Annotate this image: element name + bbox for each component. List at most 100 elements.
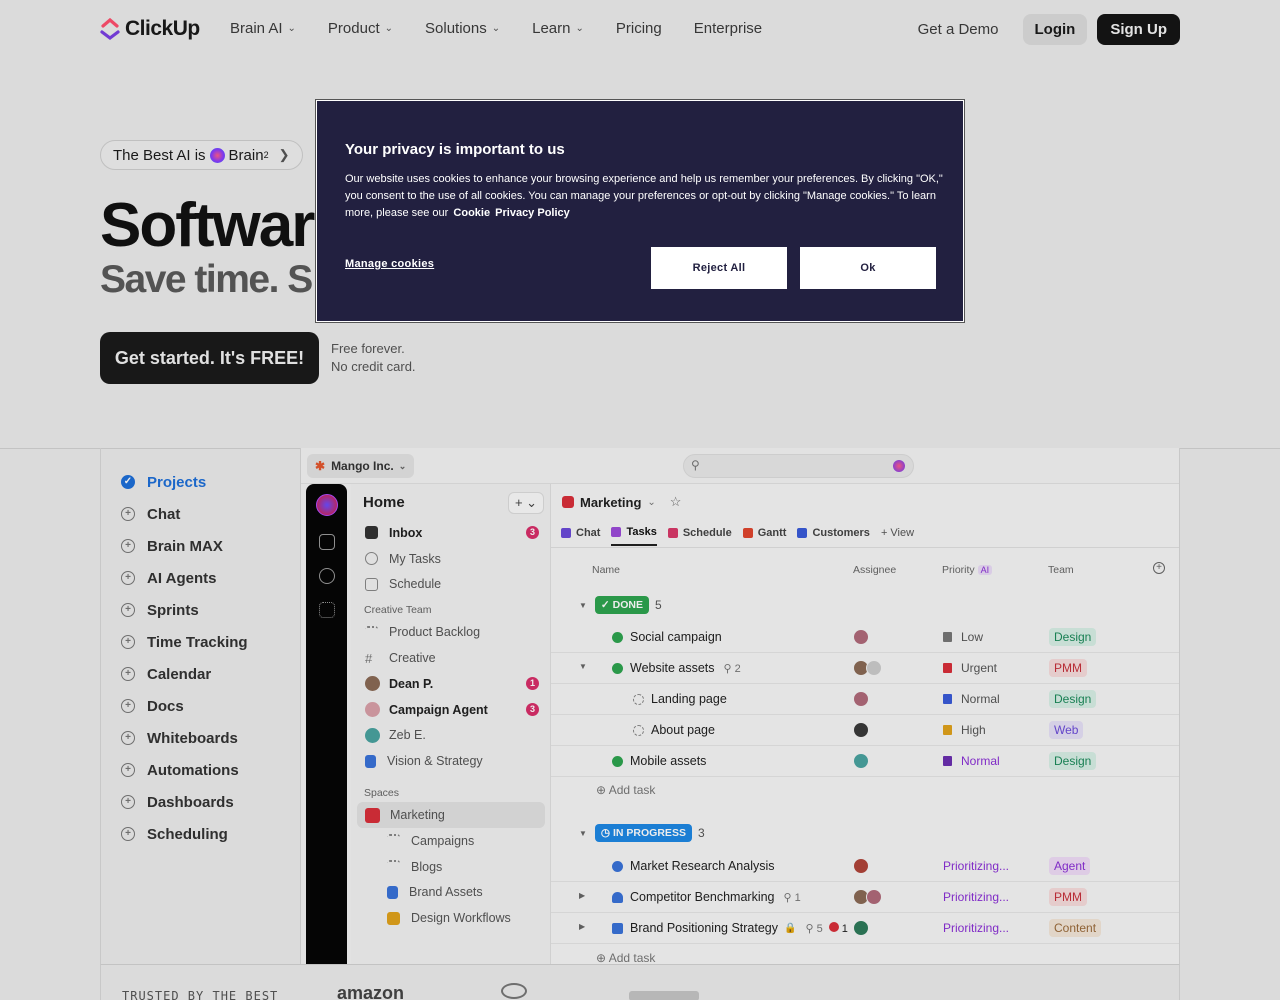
add-task-button[interactable]: ⊕ Add task: [596, 951, 655, 964]
sidebar-item-blogs[interactable]: Blogs: [351, 854, 551, 880]
tab-tasks[interactable]: Tasks: [611, 520, 657, 546]
feature-chat[interactable]: + Chat: [101, 498, 300, 530]
team-tag: PMM: [1049, 888, 1087, 906]
feature-whiteboards[interactable]: + Whiteboards: [101, 722, 300, 754]
tab-schedule[interactable]: Schedule: [667, 520, 732, 546]
priority-label: Normal: [961, 754, 1000, 768]
feature-projects[interactable]: ✓ Projects: [101, 466, 300, 498]
add-task-button[interactable]: ⊕ Add task: [596, 783, 655, 797]
add-view-button[interactable]: + View: [881, 520, 914, 546]
status-badge: ✓ DONE: [594, 596, 649, 614]
sidebar-item-my-tasks[interactable]: My Tasks: [351, 546, 551, 572]
table-row[interactable]: About page High Web: [551, 715, 1179, 746]
table-row[interactable]: ▼ Website assets ⚲ 2 Urgent PMM: [551, 653, 1179, 684]
sidebar-item-label: Marketing: [390, 808, 445, 823]
table-row[interactable]: Mobile assets Normal Design: [551, 746, 1179, 777]
amazon-logo: amazon: [337, 983, 405, 1000]
brain-promo-pill[interactable]: The Best AI is Brain 2 ❯: [100, 140, 303, 170]
avatar: [853, 722, 869, 738]
ok-button[interactable]: Ok: [800, 247, 936, 289]
task-name: About page: [651, 723, 715, 737]
task-list-pane: Marketing ⌄ ☆ Chat Tasks Schedule Gantt Cu…: [551, 484, 1179, 964]
task-name: Competitor Benchmarking: [630, 890, 775, 904]
sidebar-item-product-backlog[interactable]: Product Backlog: [351, 619, 551, 645]
clickup-logo[interactable]: ClickUp: [100, 16, 200, 42]
cookie-title: Your privacy is important to us: [345, 141, 565, 158]
signup-button[interactable]: Sign Up: [1097, 14, 1180, 45]
docs-icon[interactable]: [318, 534, 335, 550]
manage-cookies-link[interactable]: Manage cookies: [345, 258, 434, 270]
feature-brain-max[interactable]: + Brain MAX: [101, 530, 300, 562]
sidebar-item-label: Dean P.: [389, 676, 434, 691]
sidebar-item-campaign-agent[interactable]: Campaign Agent 3: [351, 697, 551, 723]
tab-gantt[interactable]: Gantt: [742, 520, 786, 546]
sidebar-item-design-workflows[interactable]: Design Workflows: [351, 905, 551, 931]
task-name: Landing page: [651, 692, 727, 706]
table-row[interactable]: ▶ Competitor Benchmarking ⚲ 1 Prioritizin…: [551, 882, 1179, 913]
menu-solutions[interactable]: Solutions ⌄: [425, 20, 500, 37]
chevron-down-icon: ⌄: [384, 23, 394, 34]
menu-learn[interactable]: Learn ⌄: [532, 20, 584, 37]
feature-dashboards[interactable]: + Dashboards: [101, 786, 300, 818]
menu-label: Enterprise: [693, 20, 763, 37]
cta-note: Free forever. No credit card.: [331, 340, 416, 376]
reject-all-button[interactable]: Reject All: [651, 247, 787, 289]
sidebar-item-vision-strategy[interactable]: Vision & Strategy: [351, 748, 551, 774]
group-in-progress[interactable]: ▼ ◷ IN PROGRESS 3: [579, 824, 705, 842]
sidebar-item-dean[interactable]: Dean P. 1: [351, 671, 551, 697]
create-button[interactable]: + ⌄: [508, 492, 544, 514]
sidebar-item-label: Creative: [389, 651, 436, 666]
app-search[interactable]: ⚲: [683, 454, 914, 478]
login-button[interactable]: Login: [1022, 14, 1088, 45]
privacy-policy-link[interactable]: Privacy Policy: [495, 207, 570, 219]
list-title[interactable]: Marketing ⌄ ☆: [562, 494, 681, 510]
tabs-divider: [551, 547, 1179, 548]
feature-calendar[interactable]: + Calendar: [101, 658, 300, 690]
table-row[interactable]: Market Research Analysis Prioritizing...…: [551, 851, 1179, 882]
partner-logo: [629, 991, 699, 1000]
sidebar-item-label: Zeb E.: [389, 728, 426, 743]
feature-scheduling[interactable]: + Scheduling: [101, 818, 300, 850]
menu-product[interactable]: Product ⌄: [328, 20, 393, 37]
table-row[interactable]: Social campaign Low Design: [551, 622, 1179, 653]
table-row[interactable]: ▶ Brand Positioning Strategy 🔒 ⚲ 5 1 Prior…: [551, 913, 1179, 944]
view-tabs: Chat Tasks Schedule Gantt Customers + Vi…: [561, 520, 925, 546]
add-column-icon[interactable]: +: [1153, 562, 1165, 574]
tab-chat[interactable]: Chat: [561, 520, 600, 546]
table-row[interactable]: Landing page Normal Design: [551, 684, 1179, 715]
feature-ai-agents[interactable]: + AI Agents: [101, 562, 300, 594]
sidebar-item-inbox[interactable]: Inbox 3: [351, 520, 551, 546]
menu-enterprise[interactable]: Enterprise: [694, 20, 762, 37]
home-list: Inbox 3 My Tasks Schedule Creative Team P…: [351, 520, 551, 931]
star-icon[interactable]: ☆: [670, 494, 682, 510]
sidebar-item-brand-assets[interactable]: Brand Assets: [351, 880, 551, 906]
ai-icon[interactable]: [318, 568, 335, 584]
menu-brain-ai[interactable]: Brain AI ⌄: [230, 20, 296, 37]
feature-docs[interactable]: + Docs: [101, 690, 300, 722]
calendar-icon: [365, 577, 378, 591]
sidebar-item-creative[interactable]: # Creative: [351, 645, 551, 671]
home-icon[interactable]: [315, 494, 338, 516]
subtask-count: ⚲ 1: [783, 891, 801, 904]
sidebar-item-marketing[interactable]: Marketing: [357, 802, 545, 828]
sidebar-item-campaigns[interactable]: Campaigns: [351, 828, 551, 854]
blocked-count-value: 1: [841, 922, 848, 935]
feature-automations[interactable]: + Automations: [101, 754, 300, 786]
apps-grid-icon[interactable]: [318, 602, 335, 618]
get-demo-link[interactable]: Get a Demo: [918, 21, 1013, 38]
priority: Prioritizing...: [943, 890, 1010, 904]
feature-time-tracking[interactable]: + Time Tracking: [101, 626, 300, 658]
group-done[interactable]: ▼ ✓ DONE 5: [579, 596, 662, 614]
workspace-switcher[interactable]: ✱ Mango Inc. ⌄: [307, 454, 415, 478]
sidebar-item-schedule[interactable]: Schedule: [351, 572, 551, 598]
menu-pricing[interactable]: Pricing: [616, 20, 662, 37]
tab-label: Schedule: [682, 527, 732, 539]
cookie-policy-link[interactable]: Cookie: [453, 207, 490, 219]
app-topbar: ✱ Mango Inc. ⌄ ⚲: [301, 448, 1179, 484]
sidebar-item-zeb[interactable]: Zeb E.: [351, 723, 551, 749]
tab-customers[interactable]: Customers: [797, 520, 870, 546]
get-started-button[interactable]: Get started. It's FREE!: [100, 332, 319, 384]
sidebar-item-label: Inbox: [389, 525, 423, 540]
sidebar-item-label: Brand Assets: [409, 885, 483, 900]
feature-sprints[interactable]: + Sprints: [101, 594, 300, 626]
